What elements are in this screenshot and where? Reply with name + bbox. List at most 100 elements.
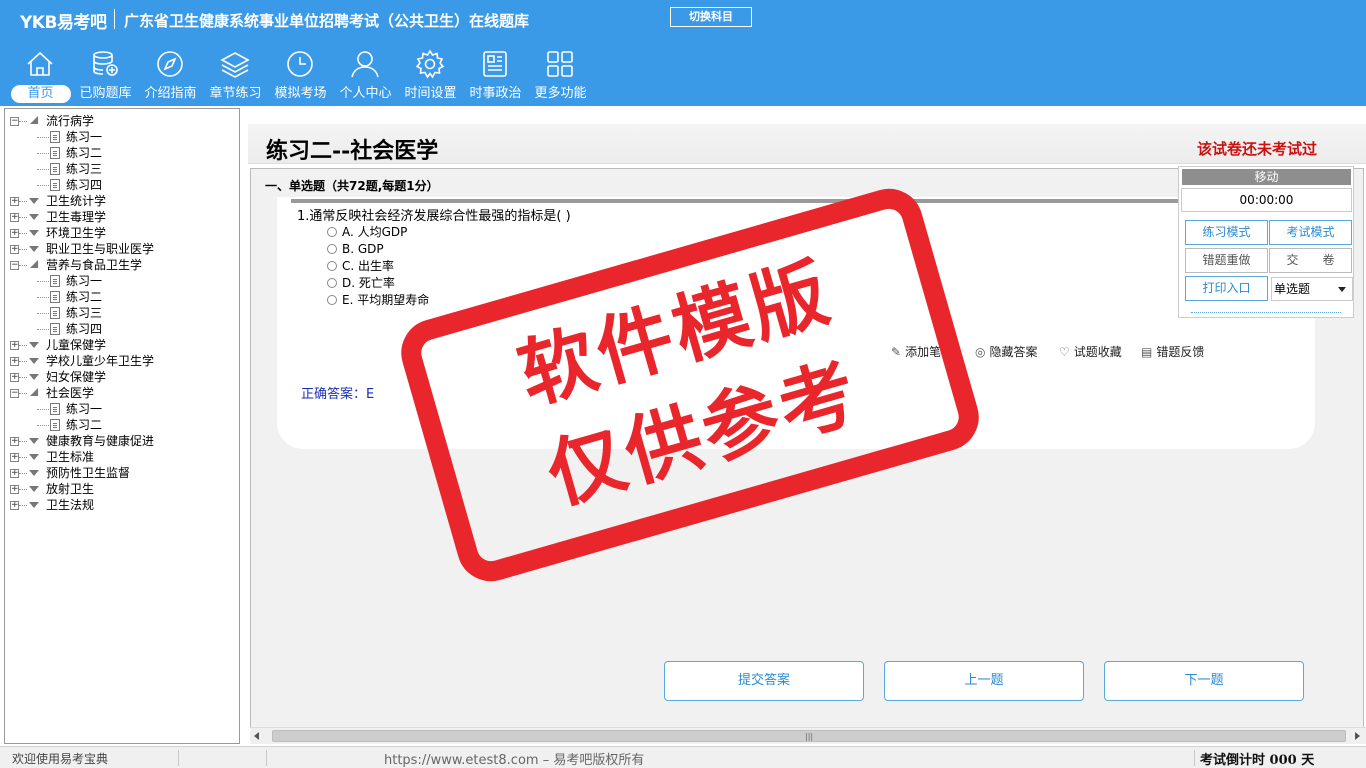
prev-question-button[interactable]: 上一题 xyxy=(884,661,1084,701)
question-type-select[interactable]: 单选题 xyxy=(1271,277,1353,301)
document-pin-icon xyxy=(50,419,60,431)
radio-button[interactable] xyxy=(327,261,337,271)
tree-node-exercise[interactable]: 练习一 xyxy=(5,273,239,289)
tree-node-chapter[interactable]: − 社会医学 xyxy=(5,385,239,401)
tree-node-exercise[interactable]: 练习四 xyxy=(5,177,239,193)
practice-mode-button[interactable]: 练习模式 xyxy=(1185,220,1268,245)
tree-node-chapter[interactable]: + 儿童保健学 xyxy=(5,337,239,353)
tree-node-chapter[interactable]: + 妇女保健学 xyxy=(5,369,239,385)
nav-mock-exam[interactable]: 模拟考场 xyxy=(268,46,333,104)
tree-node-chapter[interactable]: + 卫生毒理学 xyxy=(5,209,239,225)
option-c[interactable]: C. 出生率 xyxy=(327,258,394,275)
option-a[interactable]: A. 人均GDP xyxy=(327,224,407,241)
collapse-icon[interactable]: − xyxy=(10,117,19,126)
tree-node-chapter[interactable]: + 预防性卫生监督 xyxy=(5,465,239,481)
expand-icon[interactable]: + xyxy=(10,453,19,462)
tree-node-chapter[interactable]: + 卫生标准 xyxy=(5,449,239,465)
folder-closed-icon xyxy=(29,214,39,220)
tree-node-chapter[interactable]: − 营养与食品卫生学 xyxy=(5,257,239,273)
expand-icon[interactable]: + xyxy=(10,197,19,206)
expand-icon[interactable]: + xyxy=(10,501,19,510)
exam-mode-button[interactable]: 考试模式 xyxy=(1269,220,1352,245)
expand-icon[interactable]: + xyxy=(10,213,19,222)
tree-node-label: 环境卫生学 xyxy=(46,226,107,240)
tree-node-chapter[interactable]: + 放射卫生 xyxy=(5,481,239,497)
tree-node-exercise-selected[interactable]: 练习二 xyxy=(5,417,239,433)
tree-node-label: 职业卫生与职业医学 xyxy=(46,242,155,256)
favorite-button[interactable]: ♡ 试题收藏 xyxy=(1059,343,1122,360)
submit-paper-button[interactable]: 交 卷 xyxy=(1269,248,1352,273)
tree-node-exercise[interactable]: 练习一 xyxy=(5,129,239,145)
tree-node-exercise[interactable]: 练习四 xyxy=(5,321,239,337)
nav-more-features[interactable]: 更多功能 xyxy=(528,46,593,104)
database-icon xyxy=(93,51,118,76)
expand-icon[interactable]: + xyxy=(10,485,19,494)
nav-current-affairs[interactable]: 时事政治 xyxy=(463,46,528,104)
print-button[interactable]: 打印入口 xyxy=(1185,276,1268,301)
tree-node-exercise[interactable]: 练习三 xyxy=(5,305,239,321)
tree-node-exercise[interactable]: 练习二 xyxy=(5,145,239,161)
nav-guide[interactable]: 介绍指南 xyxy=(138,46,203,104)
tree-node-exercise[interactable]: 练习二 xyxy=(5,289,239,305)
panel-divider xyxy=(1191,312,1341,313)
nav-home[interactable]: 首页 xyxy=(8,46,73,104)
radio-button[interactable] xyxy=(327,278,337,288)
redo-wrong-button[interactable]: 错题重做 xyxy=(1185,248,1268,273)
expand-icon[interactable]: + xyxy=(10,373,19,382)
hide-answer-button[interactable]: ◎ 隐藏答案 xyxy=(975,343,1038,360)
nav-purchased[interactable]: 已购题库 xyxy=(73,46,138,104)
option-d[interactable]: D. 死亡率 xyxy=(327,275,395,292)
radio-button[interactable] xyxy=(327,295,337,305)
option-e[interactable]: E. 平均期望寿命 xyxy=(327,292,429,309)
expand-icon[interactable]: + xyxy=(10,229,19,238)
next-question-button[interactable]: 下一题 xyxy=(1104,661,1304,701)
tree-node-label: 练习一 xyxy=(66,274,103,288)
tree-node-chapter[interactable]: + 卫生法规 xyxy=(5,497,239,513)
document-icon xyxy=(50,147,60,159)
app-logo: YKB易考吧 xyxy=(20,13,107,33)
nav-chapter-practice[interactable]: 章节练习 xyxy=(203,46,268,104)
chapter-tree: − 流行病学 练习一 练习二 练习三 练习四 + 卫生统计学 + 卫生毒理学 + 环境… xyxy=(4,108,240,744)
tree-node-chapter[interactable]: + 职业卫生与职业医学 xyxy=(5,241,239,257)
horizontal-scrollbar[interactable]: ||| xyxy=(250,727,1366,744)
status-divider xyxy=(1194,750,1195,766)
tree-node-label: 练习二 xyxy=(66,418,103,432)
tree-node-chapter[interactable]: + 学校儿童少年卫生学 xyxy=(5,353,239,369)
expand-icon[interactable]: + xyxy=(10,357,19,366)
folder-closed-icon xyxy=(29,486,39,492)
tool-label: 错题反馈 xyxy=(1156,345,1205,359)
folder-closed-icon xyxy=(29,374,39,380)
nav-personal-center[interactable]: 个人中心 xyxy=(333,46,398,104)
option-label: D. 死亡率 xyxy=(342,276,395,290)
scroll-right-icon[interactable] xyxy=(1355,732,1360,740)
feedback-button[interactable]: ▤ 错题反馈 xyxy=(1141,343,1204,360)
nav-time-settings[interactable]: 时间设置 xyxy=(398,46,463,104)
tree-node-label: 学校儿童少年卫生学 xyxy=(46,354,155,368)
option-b[interactable]: B. GDP xyxy=(327,241,384,258)
submit-answer-button[interactable]: 提交答案 xyxy=(664,661,864,701)
expand-icon[interactable]: + xyxy=(10,341,19,350)
collapse-icon[interactable]: − xyxy=(10,389,19,398)
tree-node-chapter[interactable]: + 环境卫生学 xyxy=(5,225,239,241)
tree-node-exercise[interactable]: 练习三 xyxy=(5,161,239,177)
layers-icon xyxy=(220,52,250,78)
expand-icon[interactable]: + xyxy=(10,437,19,446)
tree-node-label: 卫生标准 xyxy=(46,450,95,464)
heart-icon: ♡ xyxy=(1059,345,1070,359)
switch-subject-button[interactable]: 切换科目 xyxy=(670,7,752,27)
tree-node-chapter[interactable]: + 健康教育与健康促进 xyxy=(5,433,239,449)
scrollbar-thumb[interactable]: ||| xyxy=(272,730,1346,742)
tree-node-chapter[interactable]: − 流行病学 xyxy=(5,113,239,129)
welcome-text: 欢迎使用易考宝典 xyxy=(12,752,109,766)
move-handle[interactable]: 移动 xyxy=(1182,169,1351,185)
expand-icon[interactable]: + xyxy=(10,469,19,478)
tree-node-chapter[interactable]: + 卫生统计学 xyxy=(5,193,239,209)
tree-node-exercise[interactable]: 练习一 xyxy=(5,401,239,417)
collapse-icon[interactable]: − xyxy=(10,261,19,270)
radio-button[interactable] xyxy=(327,244,337,254)
add-note-button[interactable]: ✎ 添加笔记 xyxy=(891,343,953,360)
scroll-left-icon[interactable] xyxy=(254,732,259,740)
radio-button[interactable] xyxy=(327,227,337,237)
tree-node-label: 儿童保健学 xyxy=(46,338,107,352)
expand-icon[interactable]: + xyxy=(10,245,19,254)
